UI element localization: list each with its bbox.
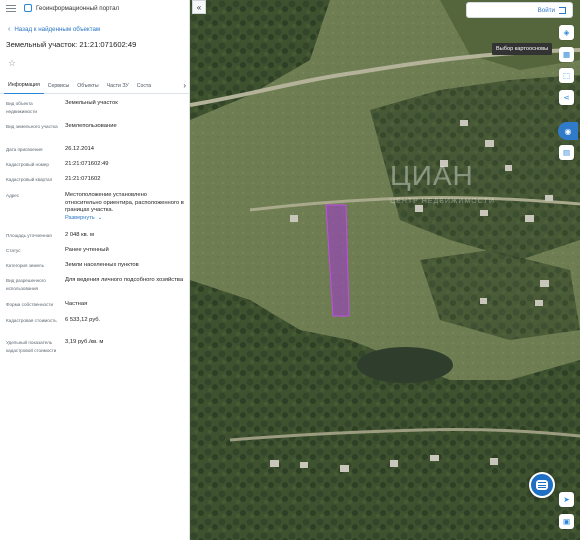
basemap-tooltip: Выбор картоосновы	[492, 43, 553, 55]
select-area-button[interactable]: ⬚	[559, 68, 574, 83]
object-title: Земельный участок: 21:21:071602:49	[6, 40, 137, 49]
info-badge-button[interactable]: ◉	[558, 122, 578, 140]
share-icon: ⋖	[563, 93, 570, 102]
menu-icon[interactable]	[6, 4, 16, 12]
property-row: Кадастровый квартал 21:21:071602	[0, 176, 189, 192]
watermark-subtitle: ЦЕНТР НЕДВИЖИМОСТИ	[390, 198, 495, 205]
property-row: Вид объекта недвижимости Земельный участ…	[0, 100, 189, 123]
chevron-down-icon: ⌄	[97, 214, 103, 221]
property-key: Адрес	[6, 193, 20, 198]
property-value: 21:21:071602	[65, 176, 101, 182]
property-row: Кадастровая стоимость 6 533,12 руб.	[0, 317, 189, 339]
properties-list: Вид объекта недвижимости Земельный участ…	[0, 94, 189, 369]
chat-bubble-icon	[536, 480, 548, 490]
layers-icon: ◈	[563, 28, 570, 37]
basemap-layers-button[interactable]: ◈	[559, 25, 574, 40]
chevron-left-icon: ‹	[8, 26, 11, 33]
collapse-panel-button[interactable]: «	[192, 0, 206, 14]
property-value: Землепользование	[65, 123, 117, 129]
property-row: Вид разрешенного использования Для веден…	[0, 277, 189, 301]
property-row: Площадь уточненная 2 048 кв. м	[0, 232, 189, 247]
minimap-icon: ▣	[562, 517, 571, 526]
print-button[interactable]: ▤	[559, 145, 574, 160]
property-key: Вид разрешенного использования	[6, 278, 46, 291]
expand-link[interactable]: Развернуть ⌄	[65, 215, 185, 223]
login-icon	[559, 6, 566, 14]
location-arrow-icon: ➤	[563, 495, 570, 504]
double-chevron-left-icon: «	[196, 2, 202, 12]
login-button[interactable]: Войти	[466, 2, 573, 18]
property-row: Категория земель Земли населенных пункто…	[0, 262, 189, 277]
satellite-map[interactable]: ЦИАН ЦЕНТР НЕДВИЖИМОСТИ	[190, 0, 580, 540]
minimap-button[interactable]: ▣	[559, 514, 574, 529]
property-key: Кадастровый номер	[6, 162, 49, 167]
property-key: Категория земель	[6, 263, 44, 268]
property-key: Вид земельного участка	[6, 124, 58, 129]
property-value: 2 048 кв. м	[65, 232, 94, 238]
tab-composition[interactable]: Соста	[133, 78, 155, 94]
watermark: ЦИАН	[390, 160, 474, 191]
property-value: 3,19 руб./кв. м	[65, 339, 104, 345]
property-row: Дата присвоения 26.12.2014	[0, 146, 189, 161]
property-row: Статус Ранее учтенный	[0, 247, 189, 262]
property-row: Адрес Местоположение установлено относит…	[0, 192, 189, 232]
tab-objects[interactable]: Объекты	[73, 78, 102, 94]
tab-services[interactable]: Сервисы	[44, 78, 74, 94]
property-key: Площадь уточненная	[6, 233, 52, 238]
login-label: Войти	[537, 6, 555, 14]
property-key: Форма собственности	[6, 302, 54, 307]
property-key: Кадастровая стоимость	[6, 318, 57, 323]
property-key: Дата присвоения	[6, 147, 43, 152]
property-row: Кадастровый номер 21:21:071602:49	[0, 161, 189, 176]
property-value: Для ведения личного подсобного хозяйства	[65, 277, 184, 283]
info-circle-icon: ◉	[564, 126, 572, 136]
object-info-panel: Геоинформационный портал ‹ Назад к найде…	[0, 0, 190, 540]
property-value: 26.12.2014	[65, 146, 95, 152]
property-key: Статус	[6, 248, 21, 253]
property-value: Земли населенных пунктов	[65, 262, 139, 268]
property-row: Удельный показатель кадастровой стоимост…	[0, 339, 189, 369]
grid-icon: ▦	[562, 50, 571, 59]
property-key: Вид объекта недвижимости	[6, 101, 37, 114]
tab-information[interactable]: Информация	[4, 78, 44, 94]
portal-title: Геоинформационный портал	[36, 4, 120, 12]
portal-header: Геоинформационный портал	[0, 0, 189, 16]
map-imagery[interactable]	[190, 0, 580, 540]
address-value-block: Местоположение установлено относительно …	[65, 192, 185, 232]
tab-parcel-parts[interactable]: Части ЗУ	[103, 78, 133, 94]
property-row: Форма собственности Частная	[0, 301, 189, 317]
expand-label: Развернуть	[65, 214, 95, 221]
back-to-results-link[interactable]: ‹ Назад к найденным объектам	[0, 25, 189, 34]
locate-button[interactable]: ➤	[559, 492, 574, 507]
share-button[interactable]: ⋖	[559, 90, 574, 105]
property-row: Вид земельного участка Землепользование	[0, 123, 189, 146]
chat-button[interactable]	[529, 472, 555, 498]
app-window: ЦИАН ЦЕНТР НЕДВИЖИМОСТИ « Войти ◈ Выбор …	[0, 0, 580, 540]
property-value: 21:21:071602:49	[65, 161, 109, 167]
property-value: 6 533,12 руб.	[65, 317, 101, 323]
property-key: Кадастровый квартал	[6, 177, 53, 182]
tabs-bar: Информация Сервисы Объекты Части ЗУ Сост…	[0, 78, 189, 94]
property-value: Ранее учтенный	[65, 247, 109, 253]
grid-button[interactable]: ▦	[559, 47, 574, 62]
property-value: Земельный участок	[65, 100, 118, 106]
print-icon: ▤	[562, 148, 571, 157]
property-value: Местоположение установлено относительно …	[65, 192, 184, 214]
select-area-icon: ⬚	[562, 71, 571, 80]
portal-logo-icon	[24, 4, 32, 12]
tabs-scroll-right-icon[interactable]: ›	[183, 81, 186, 90]
property-value: Частная	[65, 301, 88, 307]
back-label: Назад к найденным объектам	[14, 26, 101, 33]
favorite-star-icon[interactable]: ☆	[8, 58, 18, 68]
property-key: Удельный показатель кадастровой стоимост…	[6, 340, 57, 353]
